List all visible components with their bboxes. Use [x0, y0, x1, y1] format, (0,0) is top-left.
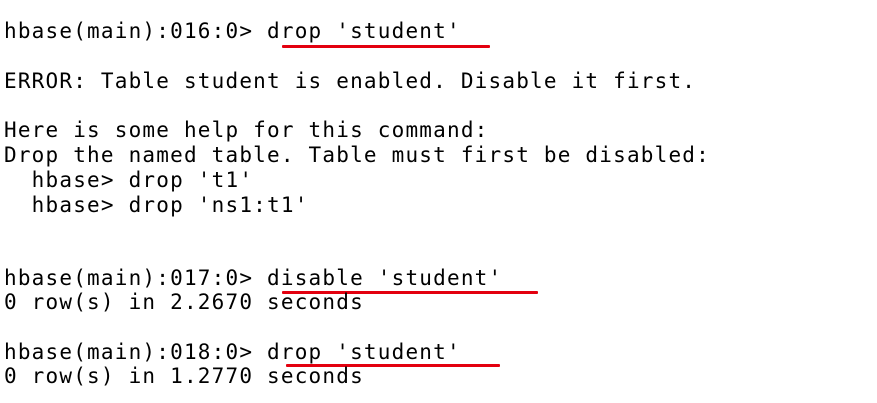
disable-command: disable 'student': [267, 266, 503, 290]
shell-prompt: hbase(main):018:0>: [4, 340, 268, 364]
shell-prompt: hbase(main):016:0>: [4, 19, 268, 43]
command-line-017: hbase(main):017:0> disable 'student': [4, 266, 502, 290]
drop-command: drop 'student': [267, 340, 461, 364]
help-example-line: hbase> drop 't1': [4, 168, 254, 192]
help-description: Drop the named table. Table must first b…: [4, 143, 710, 167]
help-example-line: hbase> drop 'ns1:t1': [4, 193, 309, 217]
command-line-018: hbase(main):018:0> drop 'student': [4, 340, 461, 364]
drop-command-underline: [282, 45, 490, 48]
terminal-window[interactable]: hbase(main):016:0> drop 'student' ERROR:…: [0, 0, 877, 403]
command-line-016: hbase(main):016:0> drop 'student': [4, 19, 461, 43]
command-result: 0 row(s) in 1.2770 seconds: [4, 364, 364, 388]
shell-prompt: hbase(main):017:0>: [4, 266, 268, 290]
help-intro: Here is some help for this command:: [4, 118, 489, 142]
error-message: ERROR: Table student is enabled. Disable…: [4, 69, 697, 93]
command-result: 0 row(s) in 2.2670 seconds: [4, 290, 364, 314]
drop-command: drop 'student': [267, 19, 461, 43]
